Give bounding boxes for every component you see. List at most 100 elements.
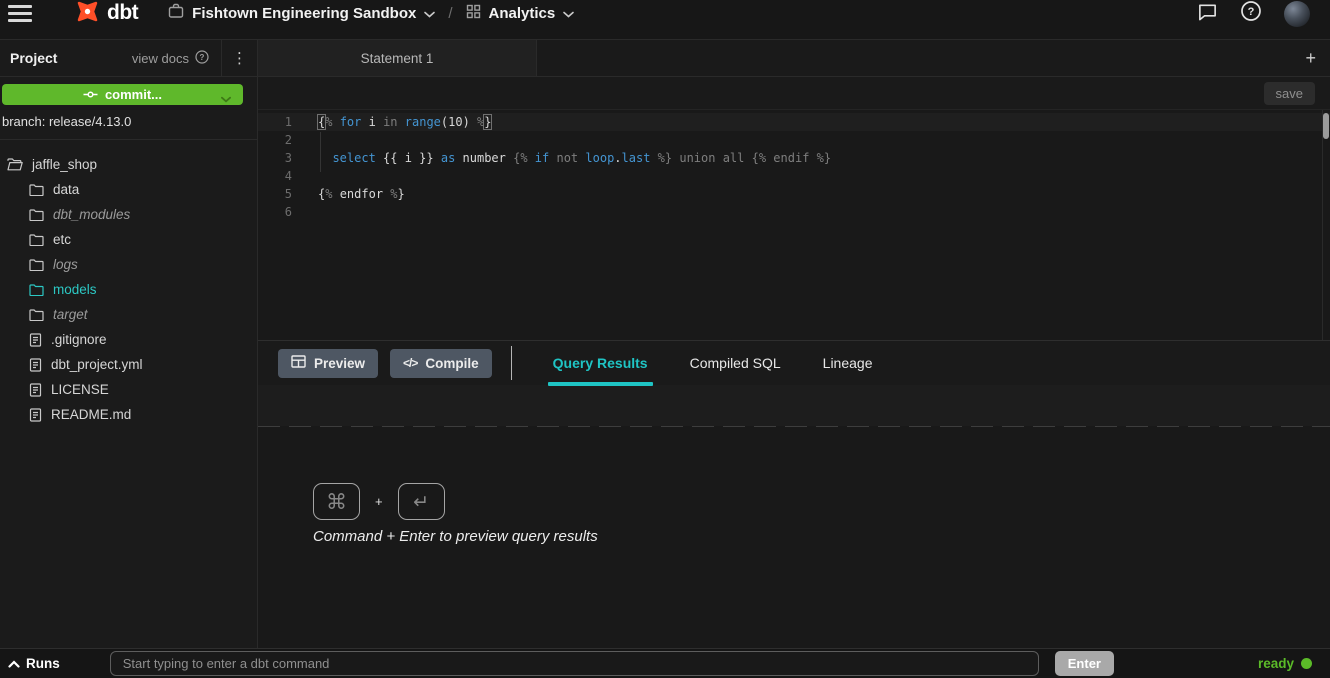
editor-action-row: save	[258, 77, 1330, 110]
enter-key-icon: ↵	[398, 483, 445, 520]
new-tab-button[interactable]: +	[1305, 40, 1330, 76]
tab-lineage[interactable]: Lineage	[802, 341, 894, 386]
status-label: ready	[1258, 656, 1294, 671]
tree-item-dbt_modules[interactable]: dbt_modules	[0, 202, 257, 227]
results-toolbar: Preview </> Compile Query ResultsCompile…	[258, 340, 1330, 385]
line-content: {% endfor %}	[302, 185, 405, 203]
chevron-up-icon	[8, 655, 20, 673]
dbt-logo-text: dbt	[107, 1, 138, 25]
preview-button[interactable]: Preview	[278, 349, 378, 378]
folder-icon	[29, 284, 44, 296]
chevron-down-icon	[563, 5, 574, 23]
code-editor[interactable]: 1{% for i in range(10) %}23 select {{ i …	[258, 110, 1330, 340]
line-content	[302, 167, 318, 185]
enter-button[interactable]: Enter	[1055, 651, 1114, 676]
tree-item-models[interactable]: models	[0, 277, 257, 302]
code-line-6[interactable]: 6	[258, 203, 1330, 221]
command-bar: Runs Enter ready	[0, 648, 1330, 678]
code-line-1[interactable]: 1{% for i in range(10) %}	[258, 113, 1330, 131]
dbt-logo: dbt	[74, 0, 138, 30]
editor-scrollbar[interactable]	[1322, 110, 1330, 340]
code-line-3[interactable]: 3 select {{ i }} as number {% if not loo…	[258, 149, 1330, 167]
sidebar-kebab-menu[interactable]: ⋮	[221, 40, 257, 76]
command-key-icon: ⌘	[313, 483, 360, 520]
dbt-logo-icon	[74, 0, 101, 30]
account-name: Fishtown Engineering Sandbox	[192, 5, 416, 22]
project-name: Analytics	[489, 5, 556, 22]
plus-icon: +	[1305, 48, 1316, 69]
toolbar-divider	[511, 346, 512, 380]
code-icon: </>	[403, 356, 417, 370]
folder-icon	[29, 234, 44, 246]
commit-button[interactable]: commit...	[2, 84, 243, 105]
results-tabs: Query ResultsCompiled SQLLineage	[532, 341, 894, 386]
grid-icon	[466, 4, 481, 24]
code-line-2[interactable]: 2	[258, 131, 1330, 149]
tree-item-LICENSE[interactable]: LICENSE	[0, 377, 257, 402]
svg-text:?: ?	[1248, 6, 1255, 18]
line-number: 6	[258, 203, 302, 221]
line-number: 4	[258, 167, 302, 185]
help-icon[interactable]: ?	[1240, 0, 1262, 27]
folder-icon	[29, 184, 44, 196]
status-dot-icon	[1301, 658, 1312, 669]
compile-button[interactable]: </> Compile	[390, 349, 492, 378]
results-empty-state: ⌘ + ↵ Command + Enter to preview query r…	[258, 427, 1330, 648]
results-header-placeholder	[258, 385, 1330, 426]
branch-label: branch: release/4.13.0	[2, 114, 257, 129]
folder-icon	[29, 209, 44, 221]
top-bar: dbt Fishtown Engineering Sandbox / Analy…	[0, 0, 1330, 40]
runs-toggle[interactable]: Runs	[8, 655, 60, 673]
tree-item-data[interactable]: data	[0, 177, 257, 202]
chat-icon[interactable]	[1197, 1, 1218, 27]
line-number: 1	[258, 113, 302, 131]
folder-icon	[29, 259, 44, 271]
code-line-4[interactable]: 4	[258, 167, 1330, 185]
tab-compiled-sql[interactable]: Compiled SQL	[669, 341, 802, 386]
editor-scrollbar-thumb[interactable]	[1323, 113, 1329, 139]
status-indicator: ready	[1258, 656, 1312, 671]
line-number: 5	[258, 185, 302, 203]
user-avatar[interactable]	[1284, 1, 1310, 27]
svg-text:?: ?	[200, 53, 205, 62]
view-docs-link[interactable]: view docs ?	[120, 40, 221, 76]
line-content: select {{ i }} as number {% if not loop.…	[302, 149, 831, 167]
code-lines: 1{% for i in range(10) %}23 select {{ i …	[258, 113, 1330, 221]
account-selector[interactable]: Fishtown Engineering Sandbox	[168, 3, 435, 24]
tree-item-jaffle_shop[interactable]: jaffle_shop	[0, 152, 257, 177]
file-icon	[29, 333, 42, 347]
table-icon	[291, 355, 306, 371]
line-content	[302, 203, 318, 221]
code-line-5[interactable]: 5{% endfor %}	[258, 185, 1330, 203]
hamburger-menu-icon[interactable]	[8, 5, 32, 22]
file-icon	[29, 408, 42, 422]
briefcase-icon	[168, 3, 184, 24]
breadcrumb-separator: /	[448, 5, 452, 22]
tree-item-dbt_project.yml[interactable]: dbt_project.yml	[0, 352, 257, 377]
plus-separator: +	[375, 494, 383, 509]
tab-statement-1[interactable]: Statement 1	[258, 40, 537, 76]
tree-item-logs[interactable]: logs	[0, 252, 257, 277]
dbt-command-input[interactable]	[110, 651, 1039, 676]
sidebar-title: Project	[0, 50, 57, 66]
tree-item-README.md[interactable]: README.md	[0, 402, 257, 427]
line-content: {% for i in range(10) %}	[302, 113, 491, 131]
tree-item-etc[interactable]: etc	[0, 227, 257, 252]
active-tab-underline	[548, 382, 653, 386]
editor-tab-bar: Statement 1 +	[258, 40, 1330, 77]
file-icon	[29, 383, 42, 397]
file-tree: jaffle_shopdatadbt_modulesetclogsmodelst…	[0, 140, 257, 427]
save-button[interactable]: save	[1264, 82, 1315, 105]
empty-state-hint: Command + Enter to preview query results	[313, 528, 598, 545]
tree-item-.gitignore[interactable]: .gitignore	[0, 327, 257, 352]
folder-icon	[29, 309, 44, 321]
folder-open-icon	[7, 158, 23, 171]
tab-query-results[interactable]: Query Results	[532, 341, 669, 386]
line-number: 3	[258, 149, 302, 167]
project-sidebar: Project view docs ? ⋮	[0, 40, 258, 648]
commit-dropdown-chevron-icon[interactable]	[221, 91, 231, 106]
git-commit-icon	[83, 87, 98, 102]
project-selector[interactable]: Analytics	[466, 4, 575, 24]
line-number: 2	[258, 131, 302, 149]
tree-item-target[interactable]: target	[0, 302, 257, 327]
